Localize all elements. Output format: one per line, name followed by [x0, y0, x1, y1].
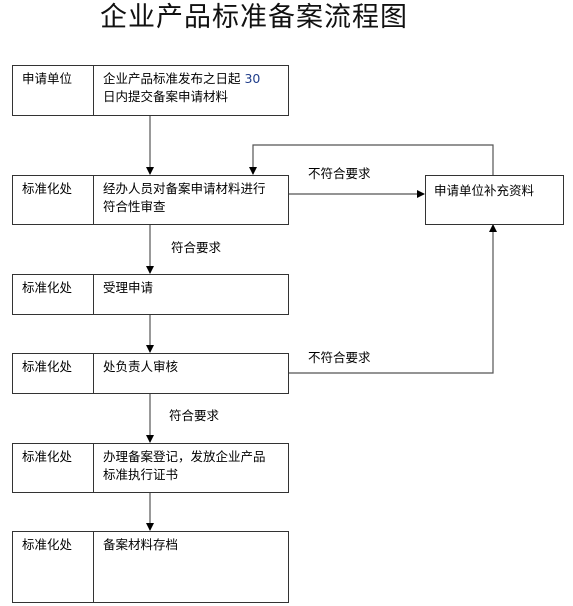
side-box-desc: 申请单位补充资料 [434, 183, 535, 198]
edge-label-approval-fail: 不符合要求 [308, 350, 371, 365]
step-5-desc: 办理备案登记，发放企业产品 标准执行证书 [94, 444, 288, 492]
step-1-box: 申请单位 企业产品标准发布之日起 30 日内提交备案申请材料 [12, 65, 289, 116]
step-5-desc-text-2: 标准执行证书 [103, 467, 179, 482]
edge-label-approval-pass: 符合要求 [169, 408, 220, 423]
step-3-desc: 受理申请 [103, 280, 154, 295]
step-1-dept: 申请单位 [13, 66, 94, 115]
step-1-desc: 企业产品标准发布之日起 30 日内提交备案申请材料 [94, 66, 288, 115]
step-1-desc-text-2: 日内提交备案申请材料 [103, 89, 229, 104]
step-2-desc-text-2: 符合性审查 [103, 199, 166, 214]
step-2-box: 标准化处 经办人员对备案申请材料进行 符合性审查 [12, 175, 289, 225]
step-2-desc: 经办人员对备案申请材料进行 符合性审查 [94, 176, 288, 224]
edge-label-review-fail: 不符合要求 [308, 166, 371, 181]
step-4-dept: 标准化处 [13, 354, 94, 393]
step-1-days: 30 [244, 71, 261, 86]
step-1-desc-text: 企业产品标准发布之日起 [103, 71, 245, 86]
arrow-side-box-to-step2 [249, 144, 494, 175]
step-6-box: 标准化处 备案材料存档 [12, 531, 289, 603]
step-2-dept: 标准化处 [13, 176, 94, 224]
step-4-box: 标准化处 处负责人审核 [12, 353, 289, 394]
edge-label-review-pass: 符合要求 [171, 240, 222, 255]
step-3-box: 标准化处 受理申请 [12, 274, 289, 315]
step-3-dept: 标准化处 [13, 275, 94, 314]
step-2-desc-text: 经办人员对备案申请材料进行 [103, 181, 266, 196]
step-5-box: 标准化处 办理备案登记，发放企业产品 标准执行证书 [12, 443, 289, 493]
step-4-desc: 处负责人审核 [103, 359, 179, 374]
side-box-supplement: 申请单位补充资料 [425, 175, 564, 225]
step-5-dept: 标准化处 [13, 444, 94, 492]
step-5-desc-text: 办理备案登记，发放企业产品 [103, 449, 266, 464]
step-6-desc: 备案材料存档 [103, 537, 179, 552]
step-6-dept: 标准化处 [13, 532, 94, 602]
